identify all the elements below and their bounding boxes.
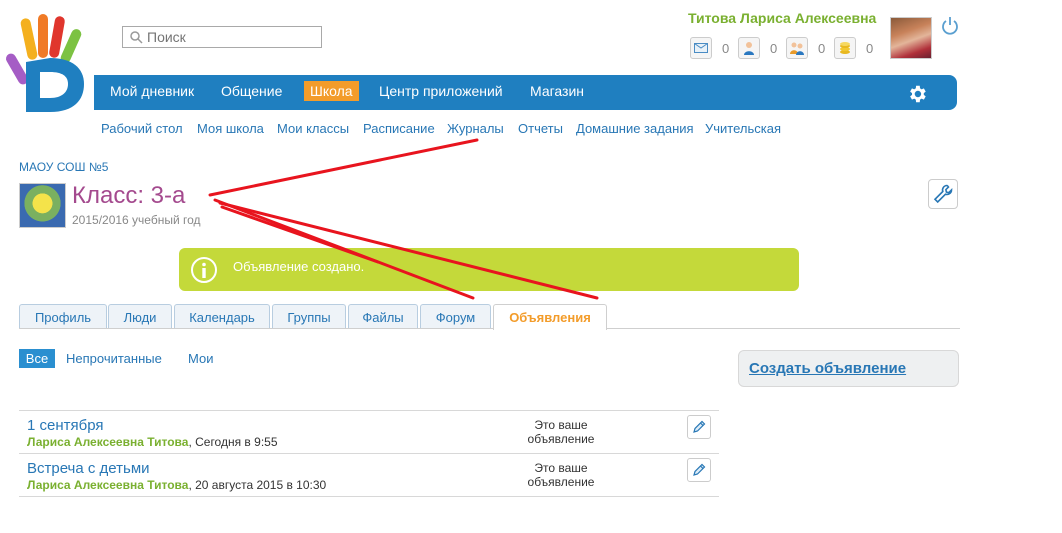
mail-icon [690, 37, 712, 59]
announcement-date: , Сегодня в 9:55 [188, 435, 278, 449]
tab-groups[interactable]: Группы [272, 304, 346, 329]
class-avatar [19, 183, 66, 228]
annotation-arrow [208, 138, 479, 197]
tab-announcements[interactable]: Объявления [493, 304, 607, 330]
friend-requests-counter[interactable]: 0 [738, 37, 777, 59]
logo-hand-icon[interactable] [4, 12, 94, 112]
coins-counter[interactable]: 0 [834, 37, 873, 59]
subnav-schedule[interactable]: Расписание [363, 121, 435, 136]
list-divider [19, 496, 719, 497]
class-title: Класс: 3-а [72, 182, 186, 209]
announcement-status-line: объявление [527, 475, 595, 489]
nav-communication[interactable]: Общение [221, 83, 282, 99]
announcement-date: , 20 августа 2015 в 10:30 [188, 478, 327, 492]
settings-button[interactable] [928, 179, 958, 209]
user-avatar[interactable] [890, 17, 932, 59]
class-year: 2015/2016 учебный год [72, 213, 201, 227]
announcement-status-line: объявление [527, 432, 595, 446]
create-announcement-label: Создать объявление [749, 360, 907, 377]
announcement-status-line: Это ваше [534, 461, 588, 475]
search-input[interactable] [147, 29, 307, 45]
tab-calendar[interactable]: Календарь [174, 304, 270, 329]
subnav-homework[interactable]: Домашние задания [576, 121, 694, 136]
subnav-teachers-room[interactable]: Учительская [705, 121, 781, 136]
subnav-desktop[interactable]: Рабочий стол [101, 121, 183, 136]
filter-unread[interactable]: Непрочитанные [66, 351, 162, 366]
tab-files[interactable]: Файлы [348, 304, 418, 329]
user-name[interactable]: Титова Лариса Алексеевна [688, 10, 876, 26]
subnav-reports[interactable]: Отчеты [518, 121, 563, 136]
school-link[interactable]: МАОУ СОШ №5 [19, 160, 108, 174]
nav-my-diary[interactable]: Мой дневник [110, 83, 194, 99]
coins-icon [834, 37, 856, 59]
subnav-journals[interactable]: Журналы [447, 121, 504, 136]
pencil-icon [693, 420, 706, 433]
search-box[interactable] [122, 26, 322, 48]
nav-school[interactable]: Школа [304, 81, 359, 101]
tab-forum[interactable]: Форум [420, 304, 491, 329]
filter-all[interactable]: Все [19, 349, 55, 368]
messages-count: 0 [722, 40, 730, 56]
pencil-icon [693, 463, 706, 476]
person-icon [738, 37, 760, 59]
announcement-meta: Лариса Алексеевна Титова, Сегодня в 9:55 [27, 435, 278, 449]
invites-counter[interactable]: 0 [786, 37, 825, 59]
announcement-meta: Лариса Алексеевна Титова, 20 августа 201… [27, 478, 326, 492]
wrench-icon [933, 184, 953, 204]
gear-icon[interactable] [906, 83, 928, 105]
announcement-status-line: Это ваше [534, 418, 588, 432]
notification-text: Объявление создано. [233, 259, 365, 274]
announcement-title[interactable]: 1 сентября [27, 417, 104, 434]
tab-profile[interactable]: Профиль [19, 304, 107, 329]
tabs-divider [19, 328, 960, 329]
friend-requests-count: 0 [770, 40, 778, 56]
announcement-status: Это ваше объявление [520, 418, 602, 446]
main-nav: Мой дневник Общение Школа Центр приложен… [94, 75, 957, 110]
list-divider [19, 453, 719, 454]
nav-app-center[interactable]: Центр приложений [379, 83, 503, 99]
list-divider [19, 410, 719, 411]
announcement-author[interactable]: Лариса Алексеевна Титова [27, 435, 188, 449]
people-icon [786, 37, 808, 59]
messages-counter[interactable]: 0 [690, 37, 729, 59]
info-icon [191, 257, 217, 283]
invites-count: 0 [818, 40, 826, 56]
create-announcement-button[interactable]: Создать объявление [738, 350, 959, 387]
edit-announcement-button[interactable] [687, 458, 711, 482]
filter-mine[interactable]: Мои [188, 351, 213, 366]
nav-shop[interactable]: Магазин [530, 83, 584, 99]
tab-people[interactable]: Люди [108, 304, 172, 329]
announcement-author[interactable]: Лариса Алексеевна Титова [27, 478, 188, 492]
search-icon [130, 31, 143, 44]
announcement-status: Это ваше объявление [520, 461, 602, 489]
subnav-my-classes[interactable]: Мои классы [277, 121, 349, 136]
announcement-title[interactable]: Встреча с детьми [27, 460, 150, 477]
coins-count: 0 [866, 40, 874, 56]
edit-announcement-button[interactable] [687, 415, 711, 439]
subnav-my-school[interactable]: Моя школа [197, 121, 264, 136]
power-icon[interactable] [940, 16, 960, 36]
